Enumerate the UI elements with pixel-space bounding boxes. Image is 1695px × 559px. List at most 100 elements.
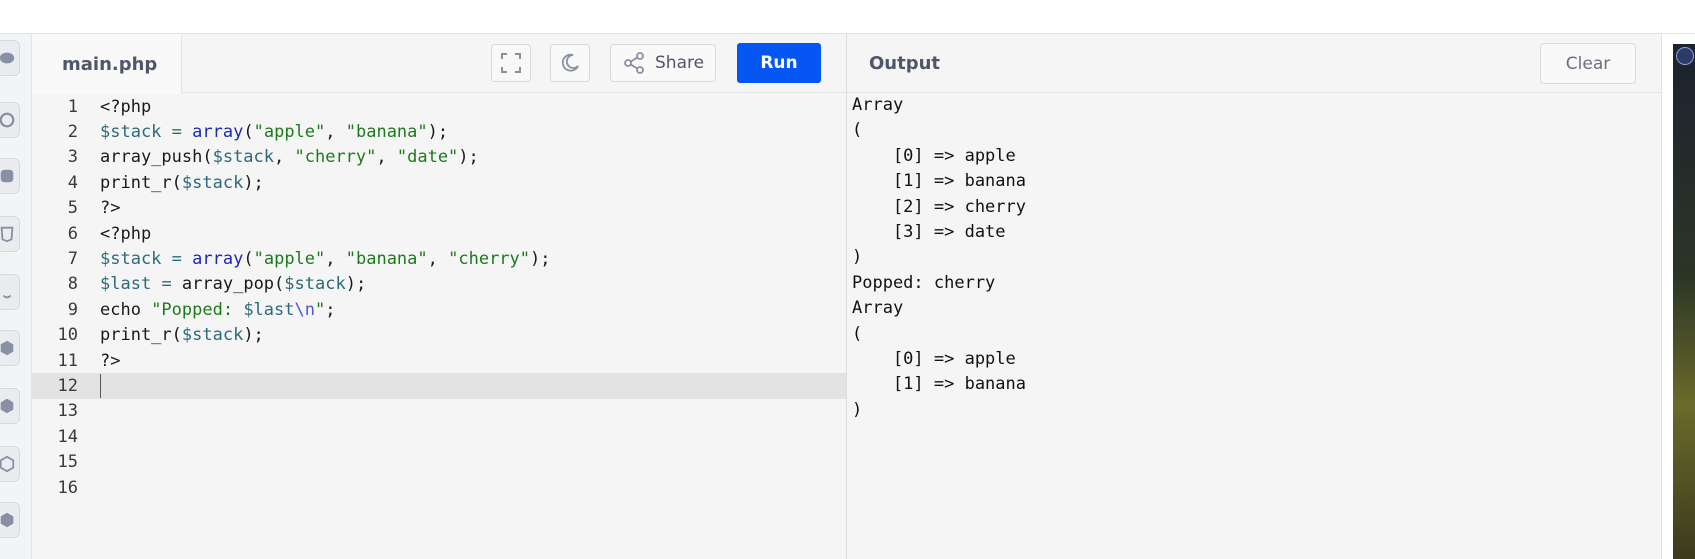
code-line[interactable]: 7 $stack = array("apple", "banana", "cher…	[32, 246, 846, 271]
output-line: [0] => apple	[852, 145, 1016, 166]
code-token: array_pop(	[171, 274, 285, 295]
code-token: );	[427, 122, 449, 143]
clear-button[interactable]: Clear	[1540, 43, 1636, 84]
code-line[interactable]: 10 print_r($stack);	[32, 323, 846, 348]
code-token: array_push(	[100, 147, 213, 168]
top-bar	[0, 0, 1695, 34]
code-line[interactable]: 11 ?>	[32, 348, 846, 373]
ad-badge-icon	[1676, 47, 1694, 65]
elephant-icon	[0, 52, 14, 64]
code-token: ;	[325, 299, 336, 320]
hexagon-icon	[0, 512, 13, 528]
code-token: (	[243, 249, 254, 270]
hexagon-icon	[0, 340, 13, 356]
fullscreen-icon	[501, 53, 521, 73]
code-editor[interactable]: 1 <?php 2 $stack = array("apple", "banana")…	[32, 94, 846, 559]
code-line[interactable]: 14	[32, 424, 846, 449]
output-line: (	[852, 323, 863, 344]
output-line: [1] => banana	[852, 374, 1026, 395]
code-line[interactable]: 12	[32, 373, 846, 399]
right-rail	[1661, 34, 1673, 559]
code-line[interactable]: 9 echo "Popped: $last\n";	[32, 297, 846, 322]
code-token: (	[243, 122, 254, 143]
code-text	[100, 374, 101, 399]
output-title: Output	[869, 53, 941, 74]
share-button[interactable]: Share	[610, 44, 716, 82]
code-line[interactable]: 2 $stack = array("apple", "banana");	[32, 119, 846, 144]
editor-pane: main.php Share Run 1 <?php 2 $stack = ar…	[32, 34, 846, 559]
code-token: ,	[325, 249, 346, 270]
code-line[interactable]: 4 print_r($stack);	[32, 170, 846, 195]
language-icon-5[interactable]	[0, 274, 20, 310]
code-token: =	[161, 274, 172, 295]
code-line[interactable]: 16	[32, 475, 846, 500]
code-token: $last	[100, 274, 152, 295]
code-token: "	[314, 299, 326, 320]
output-line: )	[852, 247, 863, 268]
output-line: [0] => apple	[852, 348, 1016, 369]
hexagon-icon	[0, 398, 13, 414]
code-token: $stack	[212, 147, 275, 168]
code-text: $stack = array("apple", "banana");	[100, 122, 448, 142]
output-line: Array	[852, 298, 904, 319]
line-number: 10	[57, 325, 78, 346]
code-token: echo	[100, 299, 152, 320]
r-icon	[0, 112, 14, 128]
code-token: );	[458, 147, 479, 168]
code-token: <?php	[100, 96, 152, 117]
code-line[interactable]: 13	[32, 399, 846, 424]
language-icon-9[interactable]	[0, 502, 20, 538]
compiler-app: main.php Share Run 1 <?php 2 $stack = ar…	[0, 0, 1695, 559]
code-line[interactable]: 15	[32, 450, 846, 475]
code-line[interactable]: 6 <?php	[32, 221, 846, 246]
code-token: $last	[243, 299, 295, 320]
code-token: "date"	[396, 147, 459, 168]
language-icon-7[interactable]	[0, 388, 20, 424]
run-button[interactable]: Run	[737, 43, 821, 83]
line-number: 13	[57, 401, 78, 422]
code-token: ?>	[100, 350, 121, 371]
code-text: $stack = array("apple", "banana", "cherr…	[100, 249, 551, 269]
code-line[interactable]: 3 array_push($stack, "cherry", "date");	[32, 145, 846, 170]
output-line: [2] => cherry	[852, 196, 1026, 217]
code-token: $stack	[100, 122, 162, 143]
code-token: "banana"	[345, 249, 428, 270]
code-token: =	[171, 249, 182, 270]
share-icon	[624, 52, 644, 74]
output-line: Array	[852, 95, 904, 115]
code-line[interactable]: 1 <?php	[32, 94, 846, 119]
line-number: 3	[67, 147, 78, 168]
code-token: $stack	[100, 249, 162, 270]
language-icon-3[interactable]	[0, 158, 20, 194]
language-icon-1[interactable]	[0, 40, 20, 76]
code-token: $stack	[181, 172, 244, 193]
language-icon-2[interactable]	[0, 102, 20, 138]
code-text: <?php	[100, 97, 151, 117]
line-number: 5	[67, 198, 78, 219]
ad-banner[interactable]	[1673, 44, 1695, 559]
output-line: (	[852, 120, 863, 141]
code-token: =	[171, 122, 182, 143]
output-line: Popped: cherry	[852, 272, 996, 293]
code-text: print_r($stack);	[100, 325, 264, 345]
line-number: 1	[67, 96, 78, 117]
language-icon-4[interactable]	[0, 216, 20, 252]
language-icon-8[interactable]	[0, 446, 20, 482]
code-token: );	[530, 249, 551, 270]
code-line[interactable]: 8 $last = array_pop($stack);	[32, 272, 846, 297]
theme-toggle-button[interactable]	[550, 44, 590, 82]
line-number: 15	[57, 452, 78, 473]
line-number: 8	[67, 274, 78, 295]
file-tab[interactable]: main.php	[32, 34, 182, 94]
code-text: array_push($stack, "cherry", "date");	[100, 147, 479, 167]
moon-icon	[561, 53, 579, 72]
language-icon-6[interactable]	[0, 330, 20, 366]
code-line[interactable]: 5 ?>	[32, 196, 846, 221]
line-number: 7	[67, 249, 78, 270]
html-icon	[0, 226, 13, 243]
fullscreen-button[interactable]	[491, 44, 531, 82]
line-number: 2	[67, 122, 78, 143]
